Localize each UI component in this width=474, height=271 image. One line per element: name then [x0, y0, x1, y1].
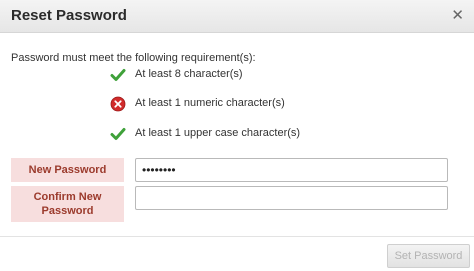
dialog-title: Reset Password [11, 7, 127, 24]
check-icon [110, 69, 126, 81]
set-password-button[interactable]: Set Password [387, 244, 470, 268]
confirm-password-label: Confirm New Password [11, 186, 124, 222]
footer-divider [0, 236, 474, 237]
requirement-text: At least 1 numeric character(s) [135, 97, 285, 109]
new-password-label: New Password [11, 158, 124, 182]
requirement-text: At least 1 upper case character(s) [135, 127, 301, 139]
close-icon[interactable]: ✕ [451, 6, 464, 24]
check-icon [110, 128, 126, 140]
reset-password-dialog: Reset Password ✕ Password must meet the … [0, 0, 474, 271]
requirement-text: At least 8 character(s) [135, 68, 243, 80]
dialog-titlebar: Reset Password ✕ [0, 0, 474, 33]
requirements-intro: Password must meet the following require… [11, 52, 256, 64]
confirm-password-field[interactable] [135, 186, 448, 210]
new-password-field[interactable] [135, 158, 448, 182]
error-icon [110, 96, 126, 112]
